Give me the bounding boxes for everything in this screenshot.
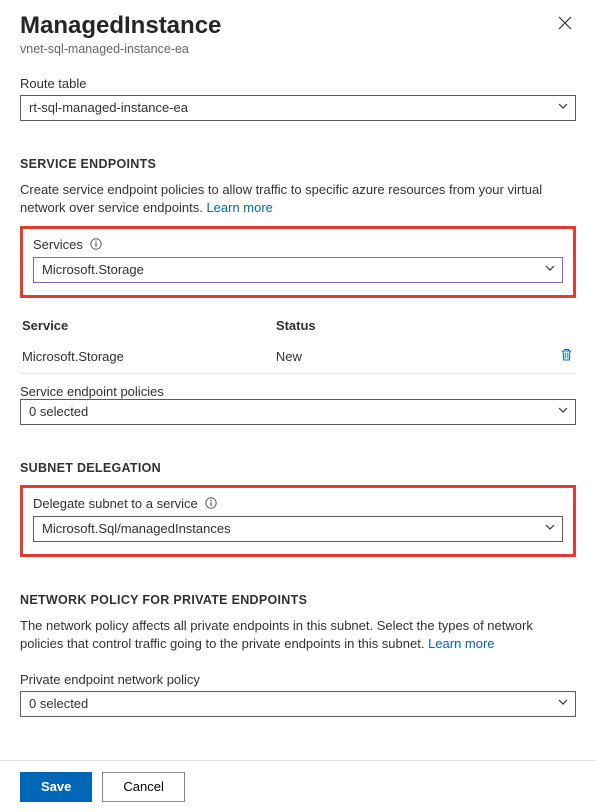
- private-endpoint-policy-label: Private endpoint network policy: [20, 672, 576, 687]
- services-select[interactable]: Microsoft.Storage: [33, 257, 563, 283]
- cell-status: New: [276, 349, 546, 364]
- services-table: Service Status Microsoft.Storage New: [20, 312, 576, 374]
- table-row: Microsoft.Storage New: [20, 339, 576, 374]
- private-endpoint-policy-select[interactable]: 0 selected: [20, 691, 576, 717]
- route-table-label: Route table: [20, 76, 576, 91]
- cancel-button[interactable]: Cancel: [102, 772, 184, 802]
- delete-button[interactable]: [559, 350, 574, 365]
- chevron-down-icon: [557, 400, 569, 424]
- info-icon[interactable]: [205, 497, 217, 512]
- private-endpoint-policy-value: 0 selected: [29, 696, 88, 711]
- delegate-select[interactable]: Microsoft.Sql/managedInstances: [33, 516, 563, 542]
- footer: Save Cancel: [0, 760, 596, 812]
- col-service-header: Service: [22, 318, 276, 333]
- chevron-down-icon: [544, 258, 556, 282]
- services-value: Microsoft.Storage: [42, 262, 144, 277]
- service-endpoint-policies-value: 0 selected: [29, 404, 88, 419]
- service-endpoint-policies-select[interactable]: 0 selected: [20, 399, 576, 425]
- delegate-label: Delegate subnet to a service: [33, 496, 563, 512]
- close-button[interactable]: [554, 12, 576, 34]
- network-policy-learn-more-link[interactable]: Learn more: [428, 636, 494, 651]
- network-policy-heading: NETWORK POLICY FOR PRIVATE ENDPOINTS: [20, 593, 576, 607]
- service-endpoints-heading: SERVICE ENDPOINTS: [20, 157, 576, 171]
- chevron-down-icon: [544, 517, 556, 541]
- cell-service: Microsoft.Storage: [22, 349, 276, 364]
- services-highlight-box: Services Microsoft.Storage: [20, 226, 576, 298]
- chevron-down-icon: [557, 692, 569, 716]
- network-policy-desc: The network policy affects all private e…: [20, 617, 576, 652]
- col-status-header: Status: [276, 318, 546, 333]
- route-table-value: rt-sql-managed-instance-ea: [29, 100, 188, 115]
- page-title: ManagedInstance: [20, 12, 221, 40]
- delegation-highlight-box: Delegate subnet to a service Microsoft.S…: [20, 485, 576, 557]
- service-endpoint-policies-label: Service endpoint policies: [20, 384, 576, 399]
- close-icon: [558, 16, 572, 30]
- service-endpoints-desc: Create service endpoint policies to allo…: [20, 181, 576, 216]
- delegate-value: Microsoft.Sql/managedInstances: [42, 521, 231, 536]
- route-table-select[interactable]: rt-sql-managed-instance-ea: [20, 95, 576, 121]
- services-label: Services: [33, 237, 563, 253]
- chevron-down-icon: [557, 96, 569, 120]
- page-subtitle: vnet-sql-managed-instance-ea: [20, 42, 221, 56]
- info-icon[interactable]: [90, 238, 102, 253]
- save-button[interactable]: Save: [20, 772, 92, 802]
- service-endpoints-learn-more-link[interactable]: Learn more: [206, 200, 272, 215]
- subnet-delegation-heading: SUBNET DELEGATION: [20, 461, 576, 475]
- trash-icon: [559, 350, 574, 365]
